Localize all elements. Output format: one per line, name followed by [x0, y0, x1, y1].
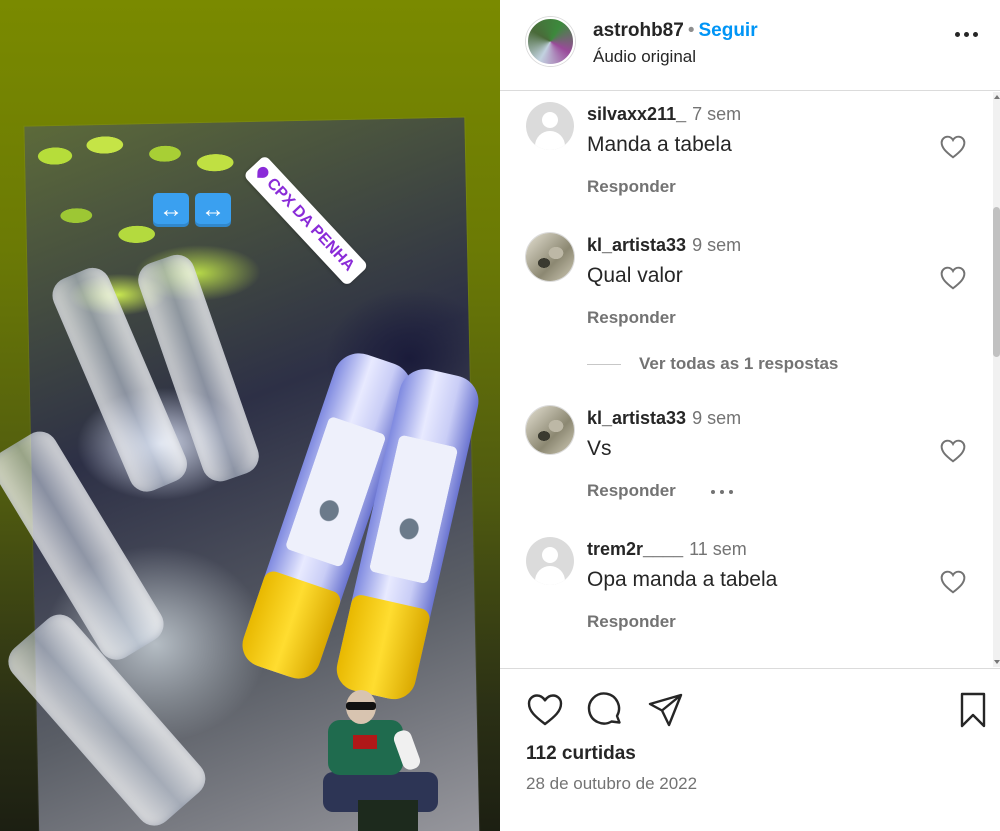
comment-text: Manda a tabela [587, 133, 732, 156]
comment-time[interactable]: 9 sem [692, 408, 741, 428]
author-avatar[interactable] [526, 17, 575, 66]
comment-meta: kl_artista33 9 sem [587, 408, 741, 429]
comments-list: silvaxx211_ 7 sem Manda a tabela Responde… [500, 92, 1000, 667]
reply-button[interactable]: Responder [587, 177, 676, 197]
commenter-username[interactable]: trem2r____ [587, 539, 683, 559]
comment-time[interactable]: 11 sem [689, 539, 747, 559]
comments-scrollbar[interactable] [993, 92, 1000, 667]
like-comment-heart-icon[interactable] [940, 439, 966, 463]
author-line: astrohb87 • Seguir [593, 19, 758, 43]
likes-count[interactable]: 112 curtidas [526, 743, 636, 765]
replies-divider-line [587, 364, 621, 366]
save-bookmark-icon[interactable] [954, 691, 992, 729]
commenter-avatar[interactable] [526, 406, 574, 454]
commenter-avatar[interactable] [526, 102, 574, 150]
comment-meta: kl_artista33 9 sem [587, 235, 741, 256]
view-replies-label: Ver todas as 1 respostas [639, 354, 839, 373]
reply-button[interactable]: Responder [587, 612, 676, 632]
like-comment-heart-icon[interactable] [940, 135, 966, 159]
like-heart-icon[interactable] [526, 691, 564, 729]
comment-text: Opa manda a tabela [587, 568, 778, 591]
reply-button[interactable]: Responder [587, 481, 676, 501]
location-pin-icon [257, 166, 269, 179]
post-footer: 112 curtidas 28 de outubro de 2022 [500, 668, 1000, 831]
more-horizontal-icon[interactable] [955, 32, 978, 37]
commenter-avatar[interactable] [526, 233, 574, 281]
view-replies-button[interactable]: Ver todas as 1 respostas [587, 354, 838, 374]
comment-time[interactable]: 9 sem [692, 235, 741, 255]
commenter-username[interactable]: kl_artista33 [587, 235, 686, 255]
author-username[interactable]: astrohb87 [593, 20, 684, 41]
left-right-arrow-icon: ↔ [195, 193, 231, 227]
commenter-username[interactable]: kl_artista33 [587, 408, 686, 428]
scroll-down-arrow-icon[interactable] [994, 660, 1000, 664]
left-right-arrow-icon: ↔ [153, 193, 189, 227]
commenter-username[interactable]: silvaxx211_ [587, 104, 686, 124]
scroll-up-arrow-icon[interactable] [994, 95, 1000, 99]
post-header: astrohb87 • Seguir Áudio original [500, 0, 1000, 91]
comment-text: Qual valor [587, 264, 683, 287]
comment-meta: silvaxx211_ 7 sem [587, 104, 741, 125]
character-sticker [318, 690, 443, 831]
post-media[interactable]: ↔ ↔ CPX DA PENHA [0, 0, 500, 831]
like-comment-heart-icon[interactable] [940, 570, 966, 594]
share-send-icon[interactable] [647, 691, 685, 729]
action-bar [526, 691, 996, 731]
separator-dot: • [687, 20, 695, 41]
reply-button[interactable]: Responder [587, 308, 676, 328]
post-side-panel: astrohb87 • Seguir Áudio original silvaxx2… [500, 0, 1000, 831]
like-comment-heart-icon[interactable] [940, 266, 966, 290]
comment-meta: trem2r____ 11 sem [587, 539, 747, 560]
scrollbar-thumb[interactable] [993, 207, 1000, 357]
comment-time[interactable]: 7 sem [692, 104, 741, 124]
arrow-emojis: ↔ ↔ [153, 193, 231, 227]
comment-text: Vs [587, 437, 612, 460]
post-date[interactable]: 28 de outubro de 2022 [526, 774, 697, 794]
follow-button[interactable]: Seguir [698, 20, 757, 41]
plant-leaves [24, 121, 258, 257]
comment-bubble-icon[interactable] [586, 691, 624, 729]
audio-link[interactable]: Áudio original [593, 47, 696, 67]
commenter-avatar[interactable] [526, 537, 574, 585]
comment-options-icon[interactable] [711, 490, 733, 494]
